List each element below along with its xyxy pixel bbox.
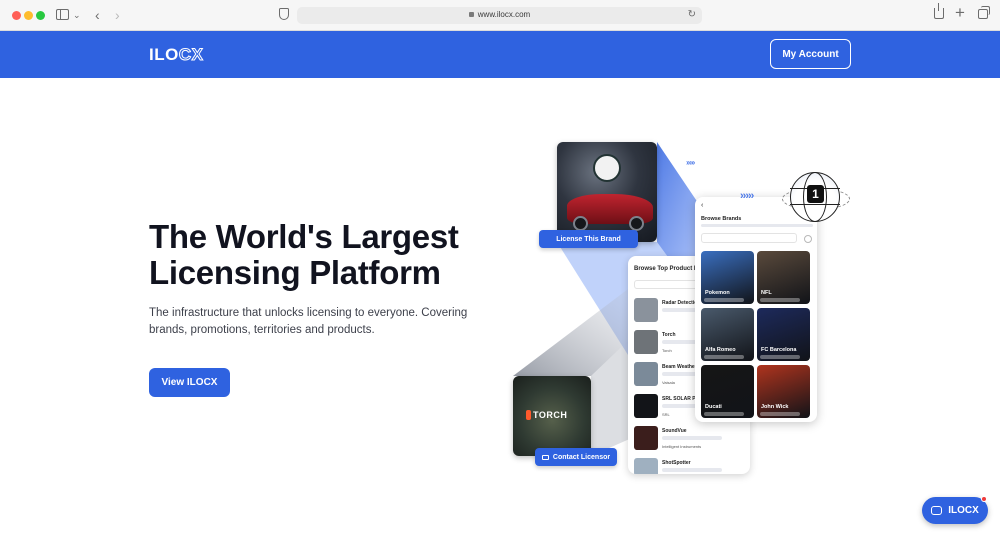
contact-licensor-button: Contact Licensor xyxy=(535,448,617,466)
brand-tile: Pokemon xyxy=(701,251,754,304)
brand-search-input xyxy=(701,233,812,243)
globe-latitude xyxy=(790,204,840,205)
brand-tile: NFL xyxy=(757,251,810,304)
product-owner: Vaisala xyxy=(662,380,675,385)
url-text: www.ilocx.com xyxy=(477,10,531,19)
product-thumbnail xyxy=(634,394,658,418)
logo-outline-text: CX xyxy=(178,45,204,65)
product-thumbnail xyxy=(634,458,658,474)
brands-phone: ‹ Browse Brands Pokemon NFL Alfa Romeo F… xyxy=(695,197,817,422)
site-header: ILOCX My Account xyxy=(0,31,1000,78)
brand-tile-tags xyxy=(760,298,800,302)
url-display: www.ilocx.com xyxy=(297,10,702,19)
alfa-romeo-image xyxy=(557,142,657,242)
product-thumbnail xyxy=(634,298,658,322)
brand-tile-label: Pokemon xyxy=(705,290,730,296)
brand-tile-tags xyxy=(760,355,800,359)
brand-tile-tags xyxy=(704,298,744,302)
torch-label: TORCH xyxy=(533,410,568,420)
brand-tile-bg xyxy=(757,308,810,361)
maximize-window-button[interactable] xyxy=(36,11,45,20)
brand-tile-tags xyxy=(704,412,744,416)
product-tags xyxy=(662,436,722,440)
share-icon[interactable] xyxy=(934,3,944,19)
brand-tile-label: NFL xyxy=(761,290,772,296)
ilocx-logo[interactable]: ILOCX xyxy=(149,45,203,65)
brand-tile-bg xyxy=(701,251,754,304)
brand-tile-bg xyxy=(757,365,810,418)
brand-tile-bg xyxy=(701,365,754,418)
brands-title: Browse Brands xyxy=(701,216,742,222)
brand-tile-tags xyxy=(704,355,744,359)
address-bar[interactable]: www.ilocx.com ↻ xyxy=(297,7,702,24)
browser-toolbar: ⌄ ‹ › www.ilocx.com ↻ + xyxy=(0,0,1000,31)
torch-image: TORCH xyxy=(513,376,591,456)
product-owner: Intelligent Instruments xyxy=(662,444,702,449)
lock-icon xyxy=(468,12,474,17)
brand-tile: John Wick xyxy=(757,365,810,418)
product-name: Torch xyxy=(662,332,676,338)
brand-tile-label: Ducati xyxy=(705,404,722,410)
license-label: License This Brand xyxy=(556,235,621,243)
reload-icon[interactable]: ↻ xyxy=(688,9,696,20)
product-owner: Torch xyxy=(662,348,672,353)
brands-description xyxy=(701,224,813,227)
hero-subtitle: The infrastructure that unlocks licensin… xyxy=(149,307,468,336)
chevrons-decoration: ››››› xyxy=(740,190,754,202)
brand-tile-label: FC Barcelona xyxy=(761,347,797,353)
alfa-romeo-emblem xyxy=(593,154,621,182)
mail-icon xyxy=(541,454,549,460)
brand-tile-label: John Wick xyxy=(761,404,789,410)
globe-icon: 1 xyxy=(790,172,840,222)
car-wheel xyxy=(629,216,644,231)
brand-tile-bg xyxy=(757,251,810,304)
tab-overview-icon[interactable] xyxy=(978,6,990,19)
chat-label: ILOCX xyxy=(948,505,979,516)
notification-dot xyxy=(981,496,987,502)
new-tab-icon[interactable]: + xyxy=(955,4,965,21)
hero-title-line-1: The World's Largest xyxy=(149,218,459,255)
minimize-window-button[interactable] xyxy=(24,11,33,20)
brand-tile-bg xyxy=(701,308,754,361)
product-owner: SRL xyxy=(662,412,670,417)
chevron-down-icon[interactable]: ⌄ xyxy=(73,8,81,22)
product-thumbnail xyxy=(634,426,658,450)
brand-tile-tags xyxy=(760,412,800,416)
my-account-button[interactable]: My Account xyxy=(770,39,851,69)
product-name: SoundVue xyxy=(662,428,687,434)
list-item: SoundVue Intelligent Instruments xyxy=(634,426,746,454)
back-icon[interactable]: ‹ xyxy=(95,8,100,22)
hero-title-line-2: Licensing Platform xyxy=(149,254,441,291)
brand-tile: Alfa Romeo xyxy=(701,308,754,361)
product-thumbnail xyxy=(634,362,658,386)
chat-icon xyxy=(931,506,943,515)
license-this-brand-button: License This Brand xyxy=(539,230,638,248)
forward-icon[interactable]: › xyxy=(115,8,120,22)
chat-widget-button[interactable]: ILOCX xyxy=(922,497,988,524)
privacy-shield-icon[interactable] xyxy=(279,8,289,20)
product-thumbnail xyxy=(634,330,658,354)
product-tags xyxy=(662,468,722,472)
product-name: ShotSpotter xyxy=(662,460,691,466)
list-item: ShotSpotter xyxy=(634,458,746,474)
sidebar-icon[interactable] xyxy=(56,9,69,20)
hero-illustration: TORCH Browse Top Product Id Radar Detect… xyxy=(500,130,860,490)
brand-tile: Ducati xyxy=(701,365,754,418)
hero-title: The World's Largest Licensing Platform xyxy=(149,219,509,291)
brand-tile: FC Barcelona xyxy=(757,308,810,361)
chevrons-decoration: ››››› xyxy=(686,158,695,167)
brand-tile-label: Alfa Romeo xyxy=(705,347,736,353)
view-ilocx-button[interactable]: View ILOCX xyxy=(149,368,230,397)
product-list-title: Browse Top Product Id xyxy=(634,266,700,272)
contact-label: Contact Licensor xyxy=(552,453,611,461)
globe-number-badge: 1 xyxy=(807,185,824,203)
close-window-button[interactable] xyxy=(12,11,21,20)
torch-logo-mark xyxy=(526,410,531,420)
car-wheel xyxy=(573,216,588,231)
chevron-left-icon: ‹ xyxy=(701,202,704,209)
logo-solid-text: ILO xyxy=(149,45,179,64)
